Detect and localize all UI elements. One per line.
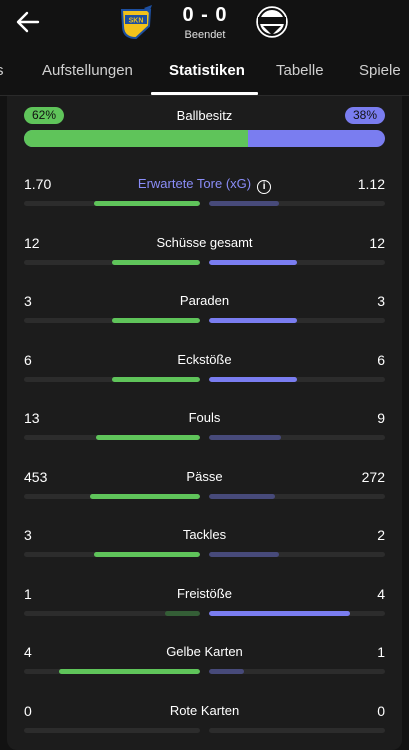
possession-bar [24, 130, 385, 147]
stat-label-text: Paraden [179, 293, 230, 308]
home-stat-track [24, 552, 200, 557]
stat-label: Tackles [24, 527, 385, 542]
tab-bar: s Aufstellungen Statistiken Tabelle Spie… [0, 50, 409, 96]
home-stat-bar [59, 669, 200, 674]
stat-row: 1 Freistöße 4 [24, 586, 385, 620]
away-stat-value: 12 [369, 234, 385, 251]
away-stat-track [209, 376, 385, 382]
away-stat-bar [209, 493, 276, 499]
possession-header: 62% Ballbesitz 38% [24, 107, 385, 125]
away-stat-value: 1.12 [357, 176, 385, 192]
away-stat-track [209, 669, 385, 674]
away-possession-badge: 38% [345, 107, 385, 124]
away-stat-value: 6 [377, 351, 385, 368]
away-stat-value: 2 [377, 527, 385, 543]
home-stat-track [24, 727, 200, 733]
home-stat-bar [112, 259, 200, 265]
away-stat-track [209, 552, 385, 557]
stat-row: 1.70 Erwartete Tore (xG) i 1.12 [24, 176, 385, 210]
stat-label-text: Eckstöße [177, 351, 232, 367]
stat-label: Pässe [24, 469, 385, 484]
away-stat-value: 4 [377, 585, 385, 602]
tab-partial[interactable]: s [0, 62, 4, 79]
tab-statistics[interactable]: Statistiken [169, 62, 245, 79]
away-stat-value: 1 [377, 644, 385, 660]
home-team-crest-icon[interactable]: SKN [118, 4, 154, 40]
stat-label: Freistöße [24, 586, 385, 601]
home-stat-bar [96, 435, 200, 440]
stat-label-text: Gelbe Karten [166, 644, 243, 659]
stat-label: Rote Karten [24, 703, 385, 718]
stat-label: Eckstöße [24, 352, 385, 367]
away-stat-value: 0 [377, 702, 385, 719]
away-stat-bar [209, 259, 297, 265]
stat-label: Paraden [24, 293, 385, 308]
home-possession-fill [24, 130, 248, 147]
home-stat-track [24, 493, 200, 499]
away-stat-value: 272 [361, 468, 385, 485]
active-tab-indicator [151, 92, 258, 95]
away-stat-track [209, 318, 385, 323]
tab-matches[interactable]: Spiele [359, 62, 401, 79]
away-team-crest-icon[interactable] [254, 4, 290, 40]
possession-label: Ballbesitz [176, 108, 233, 123]
away-stat-track [209, 435, 385, 440]
away-stat-bar [209, 376, 297, 382]
svg-text:SKN: SKN [129, 18, 144, 25]
tab-table[interactable]: Tabelle [276, 62, 324, 79]
home-stat-track [24, 435, 200, 440]
home-stat-track [24, 259, 200, 265]
home-stat-track [24, 201, 200, 206]
stat-label-text: Tackles [182, 527, 227, 542]
home-stat-track [24, 610, 200, 616]
stat-row: 13 Fouls 9 [24, 410, 385, 444]
away-stat-track [209, 727, 385, 733]
match-score: 0 - 0 [182, 4, 228, 26]
stat-label-text: Rote Karten [169, 702, 240, 718]
stat-label: Gelbe Karten [24, 644, 385, 659]
away-stat-value: 3 [377, 293, 385, 309]
away-stat-track [209, 610, 385, 616]
home-stat-bar [94, 552, 200, 557]
match-header: SKN 0 - 0 Beendet [0, 0, 409, 50]
away-stat-bar [209, 610, 350, 616]
tab-lineups[interactable]: Aufstellungen [42, 62, 133, 79]
stat-label-text: Pässe [186, 468, 223, 484]
away-stat-bar [209, 669, 245, 674]
stat-label-text: Freistöße [177, 585, 232, 601]
stat-row: 453 Pässe 272 [24, 469, 385, 503]
stat-label-text: Schüsse gesamt [156, 234, 253, 250]
home-stat-bar [112, 376, 200, 382]
home-stat-bar [164, 610, 200, 616]
home-stat-bar [90, 493, 200, 499]
stat-label[interactable]: Erwartete Tore (xG) i [24, 176, 385, 194]
away-stat-track [209, 493, 385, 499]
home-stat-track [24, 669, 200, 674]
stat-row: 12 Schüsse gesamt 12 [24, 235, 385, 269]
away-stat-bar [209, 201, 279, 206]
stat-label-text: Erwartete Tore (xG) [137, 176, 252, 191]
back-arrow-icon[interactable] [14, 8, 42, 36]
away-stat-track [209, 201, 385, 206]
stat-label: Schüsse gesamt [24, 235, 385, 250]
stat-row: 3 Paraden 3 [24, 293, 385, 327]
away-stat-bar [209, 552, 280, 557]
stat-row: 0 Rote Karten 0 [24, 703, 385, 737]
info-icon[interactable]: i [257, 180, 272, 194]
away-stat-bar [209, 318, 297, 323]
stat-label: Fouls [24, 410, 385, 425]
stat-label-text: Fouls [188, 410, 221, 425]
away-stat-bar [209, 435, 281, 440]
home-stat-bar [93, 201, 200, 206]
away-stat-value: 9 [377, 410, 385, 426]
away-stat-track [209, 259, 385, 265]
home-stat-bar [112, 318, 200, 323]
stat-row: 3 Tackles 2 [24, 527, 385, 561]
stat-row: 4 Gelbe Karten 1 [24, 644, 385, 678]
stat-row: 6 Eckstöße 6 [24, 352, 385, 386]
home-stat-track [24, 376, 200, 382]
home-stat-track [24, 318, 200, 323]
match-status: Beendet [184, 29, 226, 41]
